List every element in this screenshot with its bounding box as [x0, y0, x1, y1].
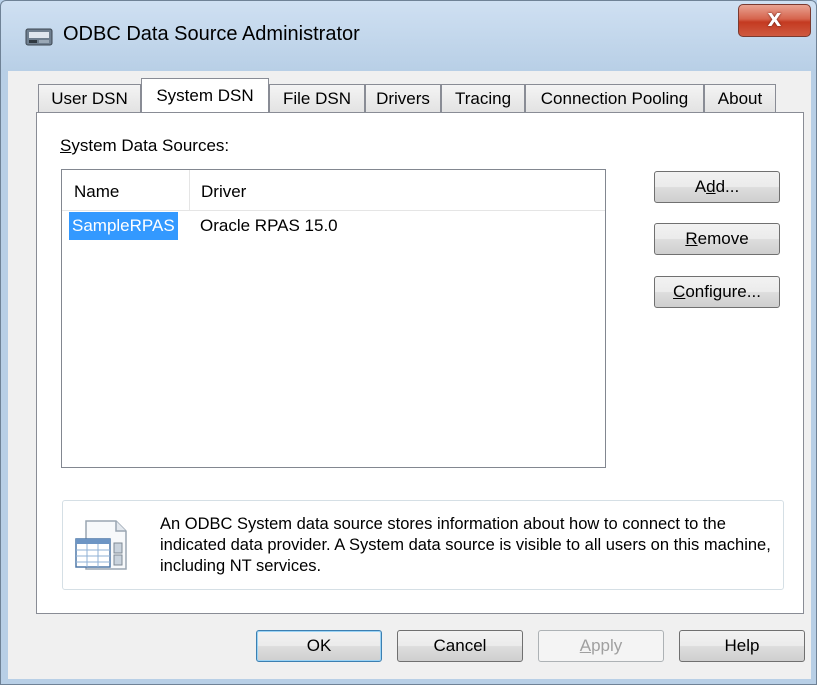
tab-user-dsn[interactable]: User DSN [38, 84, 141, 113]
configure-button[interactable]: Configure... [654, 276, 780, 308]
tab-file-dsn[interactable]: File DSN [269, 84, 365, 113]
tab-tracing[interactable]: Tracing [441, 84, 525, 113]
list-item-name[interactable]: SampleRPAS [69, 212, 178, 240]
window-title: ODBC Data Source Administrator [63, 23, 360, 45]
close-icon: X [767, 10, 782, 31]
add-button[interactable]: Ad d... [654, 171, 780, 203]
ok-button[interactable]: OK [256, 630, 382, 662]
remove-button[interactable]: Remove [654, 223, 780, 255]
data-sources-list[interactable]: Name Driver SampleRPAS Oracle RPAS 15.0 [61, 169, 606, 468]
apply-button[interactable]: Apply [538, 630, 664, 662]
system-data-sources-label: System Data Sources: [60, 136, 230, 155]
column-divider[interactable] [189, 170, 190, 210]
tab-system-dsn[interactable]: System DSN [141, 78, 269, 112]
column-header-name[interactable]: Name [74, 182, 119, 202]
tab-drivers[interactable]: Drivers [365, 84, 441, 113]
tab-about[interactable]: About [704, 84, 776, 113]
list-header: Name Driver [62, 170, 605, 211]
odbc-app-icon [25, 28, 53, 46]
cancel-button[interactable]: Cancel [397, 630, 523, 662]
data-source-info-icon [75, 520, 127, 570]
column-header-driver[interactable]: Driver [201, 182, 246, 202]
list-item-driver[interactable]: Oracle RPAS 15.0 [200, 216, 338, 236]
info-description: An ODBC System data source stores inform… [160, 515, 771, 575]
close-button[interactable]: X [738, 4, 811, 37]
tab-connection-pooling[interactable]: Connection Pooling [525, 84, 704, 113]
title-bar[interactable]: ODBC Data Source Administrator X [1, 1, 817, 71]
help-button[interactable]: Help [679, 630, 805, 662]
